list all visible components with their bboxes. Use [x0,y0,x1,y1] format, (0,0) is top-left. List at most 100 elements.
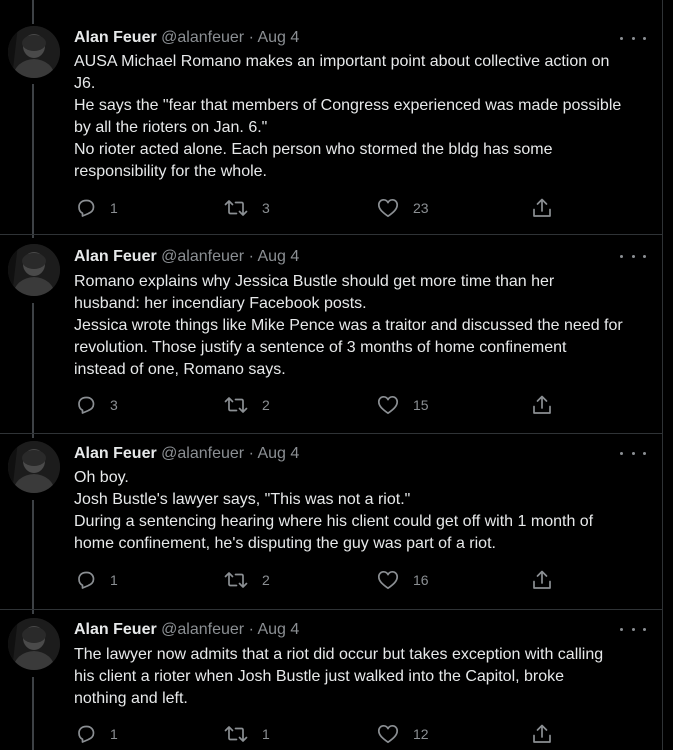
retweet-icon [224,572,248,588]
tweet-text-line: AUSA Michael Romano makes an important p… [74,53,610,70]
like-count: 12 [413,726,429,742]
tweet-text-line: home confinement, he's disputing the guy… [74,535,496,552]
tweet-text-line: During a sentencing hearing where his cl… [74,513,594,530]
tweet-date[interactable]: Aug 4 [257,621,299,638]
tweet-text-line: instead of one, Romano says. [74,361,286,378]
avatar[interactable] [8,441,60,493]
like-button[interactable]: 16 [377,568,429,592]
tweet-text-line: responsibility for the whole. [74,163,267,180]
tweet-date[interactable]: Aug 4 [257,445,299,462]
tweet-text-line: revolution. Those justify a sentence of … [74,339,567,356]
like-count: 16 [413,572,429,588]
reply-button[interactable]: 1 [76,196,118,220]
tweet-actions: 1 3 23 [74,196,594,220]
tweet-text-line: husband: her incendiary Facebook posts. [74,295,367,312]
retweet-button[interactable]: 2 [224,568,270,592]
like-count: 15 [413,397,429,413]
retweet-button[interactable]: 1 [224,722,270,746]
separator-dot: · [248,621,254,638]
tweet[interactable]: Alan Feuer @alanfeuer · Aug 4 Oh boy. Jo… [0,433,662,609]
tweet-actions: 3 2 15 [74,393,594,417]
share-icon [533,570,551,589]
tweet-actions: 1 2 16 [74,568,594,592]
tweet-text: Oh boy. Josh Bustle's lawyer says, "This… [74,467,649,555]
reply-icon [78,571,95,589]
reply-button[interactable]: 1 [76,568,118,592]
share-button[interactable] [531,393,553,417]
reply-button[interactable]: 3 [76,393,118,417]
like-button[interactable]: 23 [377,196,429,220]
like-button[interactable]: 15 [377,393,429,417]
like-button[interactable]: 12 [377,722,429,746]
tweet[interactable]: Alan Feuer @alanfeuer · Aug 4 The lawyer… [0,609,662,750]
retweet-count: 2 [262,397,270,413]
tweet-text: The lawyer now admits that a riot did oc… [74,644,649,710]
tweet-text-line: Romano explains why Jessica Bustle shoul… [74,273,555,290]
share-button[interactable] [531,722,553,746]
tweet-header: Alan Feuer @alanfeuer · Aug 4 [74,27,299,49]
tweet-text-line: No rioter acted alone. Each person who s… [74,141,553,158]
separator-dot: · [248,445,254,462]
tweet-text-line: Jessica wrote things like Mike Pence was… [74,317,623,334]
reply-button[interactable]: 1 [76,722,118,746]
tweet-header: Alan Feuer @alanfeuer · Aug 4 [74,246,299,268]
tweet-date[interactable]: Aug 4 [257,248,299,265]
share-icon [533,395,551,414]
retweet-count: 3 [262,200,270,216]
author-handle[interactable]: @alanfeuer [161,445,244,462]
tweet-text-line: Oh boy. [74,469,129,486]
tweet-date[interactable]: Aug 4 [257,29,299,46]
more-options-icon[interactable] [620,443,646,463]
tweet-text-line: nothing and left. [74,690,188,707]
author-name[interactable]: Alan Feuer [74,248,157,265]
reply-count: 3 [110,397,118,413]
heart-icon [377,570,399,590]
heart-icon [377,198,399,218]
tweet-header: Alan Feuer @alanfeuer · Aug 4 [74,443,299,465]
share-button[interactable] [531,196,553,220]
tweet-text-line: his client a rioter when Josh Bustle jus… [74,668,565,685]
more-options-icon[interactable] [620,28,646,48]
tweet-text: Romano explains why Jessica Bustle shoul… [74,271,649,381]
tweet-text: AUSA Michael Romano makes an important p… [74,51,649,183]
timeline: Alan Feuer @alanfeuer · Aug 4 AUSA Micha… [0,0,663,750]
separator-dot: · [248,248,254,265]
tweet-text-line: He says the "fear that members of Congre… [74,97,622,114]
share-icon [533,198,551,217]
reply-count: 1 [110,572,118,588]
like-count: 23 [413,200,429,216]
reply-icon [78,725,95,743]
reply-icon [78,396,95,414]
author-name[interactable]: Alan Feuer [74,445,157,462]
tweet-actions: 1 1 12 [74,722,594,746]
retweet-icon [224,397,248,413]
heart-icon [377,724,399,744]
author-handle[interactable]: @alanfeuer [161,621,244,638]
retweet-icon [224,726,248,742]
author-handle[interactable]: @alanfeuer [161,248,244,265]
reply-count: 1 [110,726,118,742]
retweet-icon [224,200,248,216]
more-options-icon[interactable] [620,246,646,266]
author-name[interactable]: Alan Feuer [74,621,157,638]
tweet[interactable]: Alan Feuer @alanfeuer · Aug 4 Romano exp… [0,234,662,433]
avatar[interactable] [8,618,60,670]
reply-icon [78,199,95,217]
share-icon [533,724,551,743]
tweet[interactable]: Alan Feuer @alanfeuer · Aug 4 AUSA Micha… [0,0,662,234]
tweet-text-line: J6. [74,75,96,92]
author-name[interactable]: Alan Feuer [74,29,157,46]
avatar[interactable] [8,244,60,296]
retweet-button[interactable]: 2 [224,393,270,417]
more-options-icon[interactable] [620,619,646,639]
separator-dot: · [248,29,254,46]
tweet-header: Alan Feuer @alanfeuer · Aug 4 [74,619,299,641]
avatar[interactable] [8,26,60,78]
retweet-count: 2 [262,572,270,588]
author-handle[interactable]: @alanfeuer [161,29,244,46]
tweet-text-line: Josh Bustle's lawyer says, "This was not… [74,491,411,508]
retweet-button[interactable]: 3 [224,196,270,220]
share-button[interactable] [531,568,553,592]
retweet-count: 1 [262,726,270,742]
tweet-text-line: by all the rioters on Jan. 6." [74,119,268,136]
